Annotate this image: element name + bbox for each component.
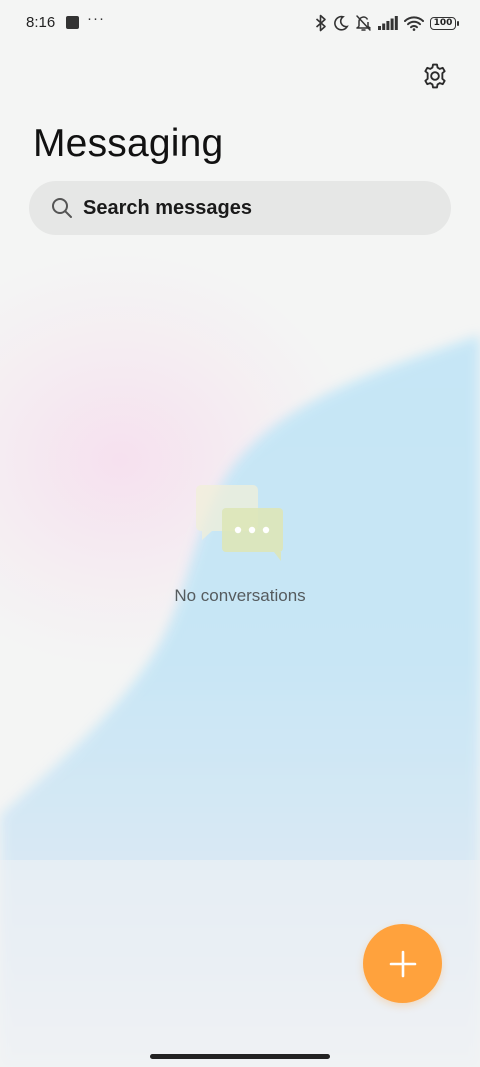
more-notifications-indicator: ···	[87, 10, 105, 27]
new-conversation-button[interactable]	[363, 924, 442, 1003]
page-title: Messaging	[33, 122, 224, 165]
status-bar: 8:16 ··· 100	[0, 0, 480, 48]
chat-bubbles-icon	[196, 485, 283, 561]
settings-button[interactable]	[419, 60, 451, 92]
plus-icon	[389, 950, 416, 977]
wifi-icon	[404, 15, 424, 31]
moon-icon	[334, 15, 349, 31]
gear-icon	[424, 63, 446, 89]
bluetooth-icon	[315, 14, 326, 32]
search-input[interactable]	[83, 181, 423, 235]
search-icon	[52, 198, 72, 218]
status-icons: 100	[315, 13, 459, 33]
battery-icon: 100	[430, 16, 459, 30]
search-bar[interactable]	[29, 181, 451, 235]
bell-off-icon	[356, 15, 371, 31]
notification-app-icon	[66, 16, 79, 29]
home-indicator[interactable]	[150, 1054, 330, 1059]
empty-state-text: No conversations	[174, 586, 306, 605]
status-time: 8:16	[26, 14, 56, 31]
signal-icon	[378, 16, 398, 30]
